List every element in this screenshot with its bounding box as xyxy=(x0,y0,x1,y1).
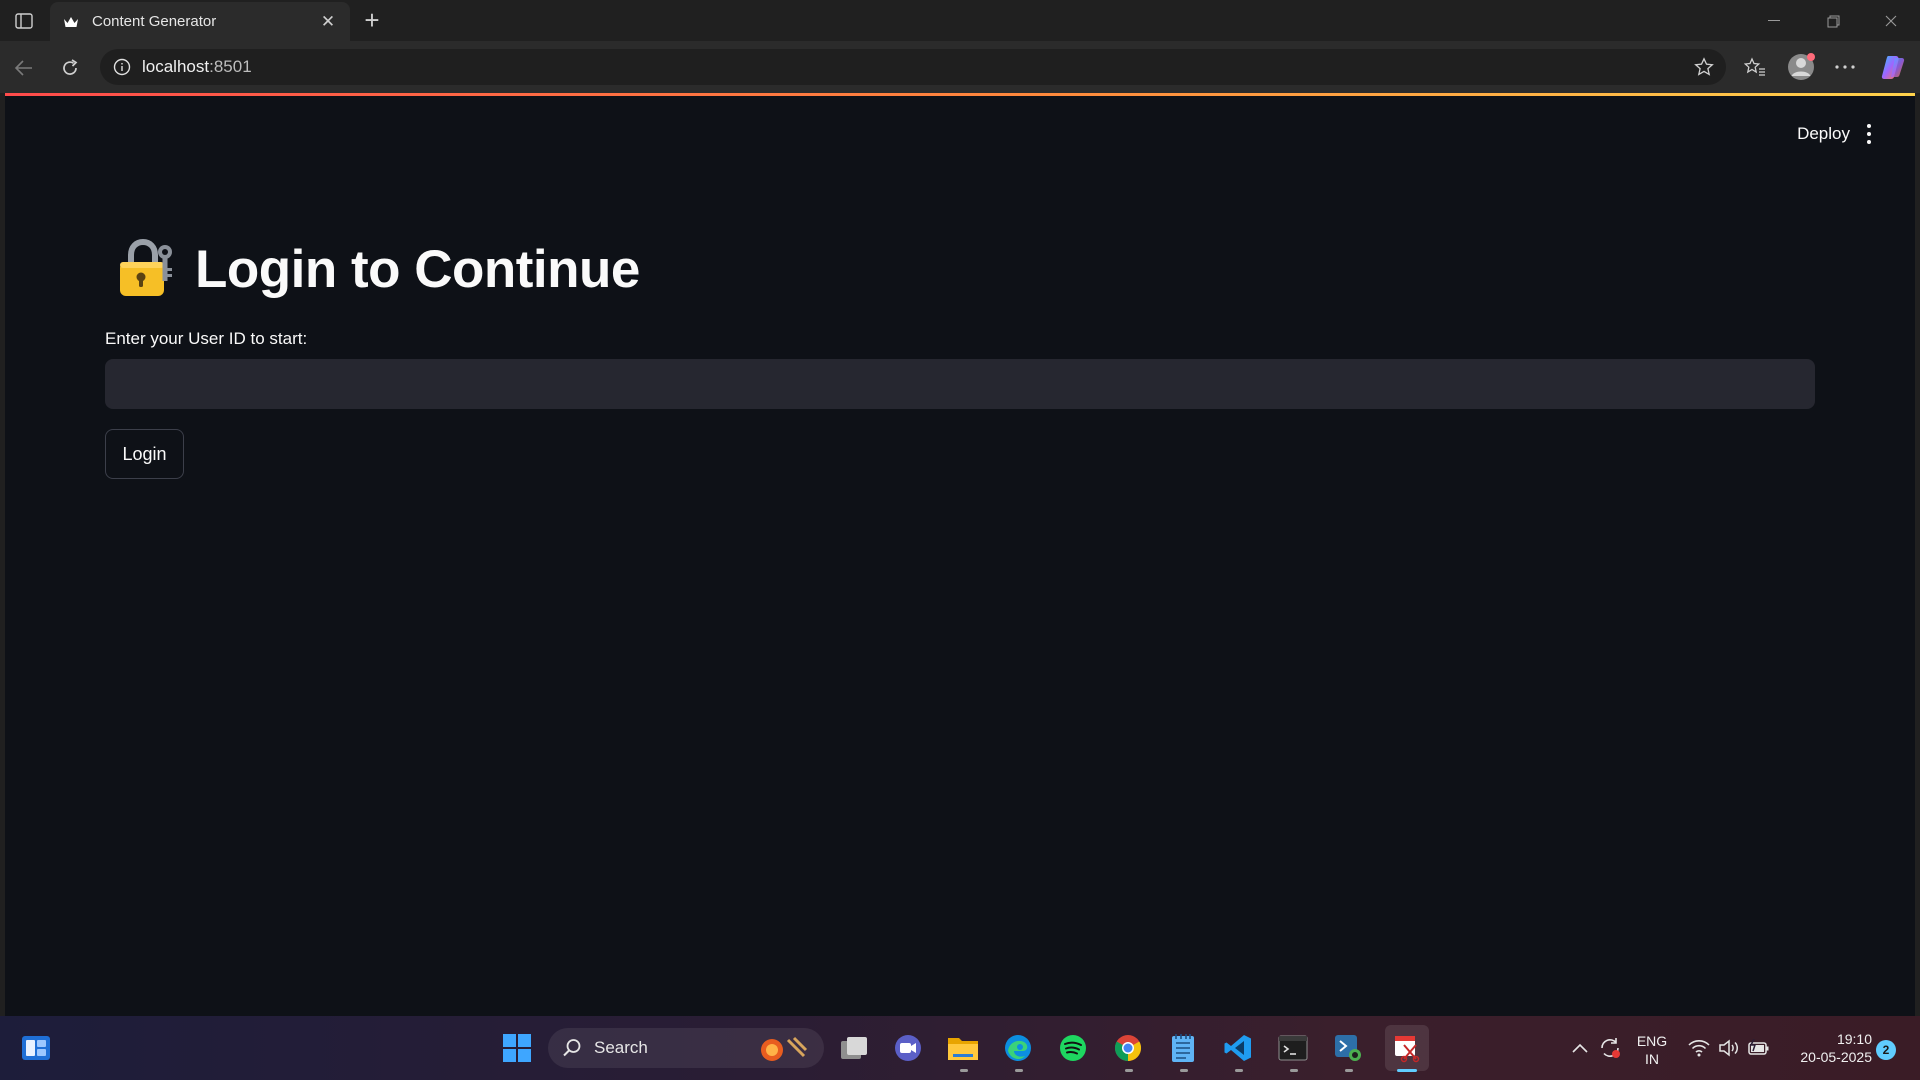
running-indicator xyxy=(960,1069,968,1072)
url-bar[interactable]: localhost:8501 xyxy=(100,49,1726,85)
chrome-icon[interactable] xyxy=(1110,1030,1146,1066)
active-app-indicator xyxy=(1397,1069,1417,1072)
running-indicator xyxy=(1125,1069,1133,1072)
search-label: Search xyxy=(594,1038,648,1057)
clock[interactable]: 19:10 20-05-2025 xyxy=(1780,1030,1872,1066)
clock-time: 19:10 xyxy=(1836,1031,1872,1047)
deploy-button[interactable]: Deploy xyxy=(1797,124,1850,144)
taskbar-search-box[interactable]: Search xyxy=(548,1028,824,1068)
reload-icon[interactable] xyxy=(54,52,86,84)
new-tab-icon[interactable]: + xyxy=(358,5,386,35)
clock-date: 20-05-2025 xyxy=(1800,1049,1872,1065)
powershell-icon[interactable] xyxy=(1330,1030,1366,1066)
vscode-icon[interactable] xyxy=(1220,1030,1256,1066)
running-indicator xyxy=(1015,1069,1023,1072)
search-icon xyxy=(563,1039,581,1057)
terminal-icon[interactable] xyxy=(1275,1030,1311,1066)
copilot-icon[interactable] xyxy=(1877,51,1909,83)
app-main: Deploy Login to Continue Enter your User… xyxy=(5,96,1915,1016)
window-minimize-icon[interactable] xyxy=(1751,6,1797,36)
browser-tab[interactable]: Content Generator ✕ xyxy=(50,2,350,41)
tab-close-icon[interactable]: ✕ xyxy=(318,12,338,32)
url-text: localhost:8501 xyxy=(142,57,252,76)
browser-tab-bar: Content Generator ✕ + xyxy=(0,0,1920,41)
streamlit-crown-icon xyxy=(62,13,80,31)
sync-status-icon[interactable] xyxy=(1592,1030,1628,1066)
input-language[interactable]: ENG IN xyxy=(1632,1032,1672,1068)
widgets-icon[interactable] xyxy=(18,1030,54,1066)
page-header: Login to Continue xyxy=(115,238,640,300)
more-options-icon[interactable] xyxy=(1829,51,1861,83)
window-restore-icon[interactable] xyxy=(1810,6,1856,36)
windows-start-icon[interactable] xyxy=(499,1030,535,1066)
login-button[interactable]: Login xyxy=(105,429,184,479)
favorites-icon[interactable] xyxy=(1739,51,1771,83)
file-explorer-icon[interactable] xyxy=(945,1030,981,1066)
notification-count-badge[interactable]: 2 xyxy=(1876,1040,1896,1060)
running-indicator xyxy=(1180,1069,1188,1072)
search-highlight-icon xyxy=(761,1036,808,1061)
task-view-icon[interactable] xyxy=(836,1030,872,1066)
user-id-input[interactable] xyxy=(105,359,1815,409)
window-close-icon[interactable] xyxy=(1868,6,1914,36)
main-menu-icon[interactable] xyxy=(1859,121,1879,147)
edge-browser-icon[interactable] xyxy=(1000,1030,1036,1066)
site-info-icon[interactable] xyxy=(112,57,132,77)
snipping-tool-icon[interactable] xyxy=(1389,1030,1425,1066)
running-indicator xyxy=(1345,1069,1353,1072)
notepad-icon[interactable] xyxy=(1165,1030,1201,1066)
user-id-label: Enter your User ID to start: xyxy=(105,329,308,348)
battery-charging-icon[interactable] xyxy=(1741,1030,1777,1066)
sidebar-toggle-icon[interactable] xyxy=(12,10,36,32)
meet-video-icon[interactable] xyxy=(890,1030,926,1066)
back-arrow-icon[interactable] xyxy=(8,52,40,84)
tab-title: Content Generator xyxy=(92,13,217,30)
favorite-star-icon[interactable] xyxy=(1694,57,1714,77)
spotify-icon[interactable] xyxy=(1055,1030,1091,1066)
running-indicator xyxy=(1235,1069,1243,1072)
windows-taskbar: Search ENG IN 19:10 20-05-2025 2 xyxy=(0,1016,1920,1080)
page-title: Login to Continue xyxy=(195,239,640,299)
lock-with-key-icon xyxy=(120,238,172,296)
running-indicator xyxy=(1290,1069,1298,1072)
profile-avatar-icon[interactable] xyxy=(1785,51,1817,83)
browser-address-bar: localhost:8501 xyxy=(0,41,1920,93)
